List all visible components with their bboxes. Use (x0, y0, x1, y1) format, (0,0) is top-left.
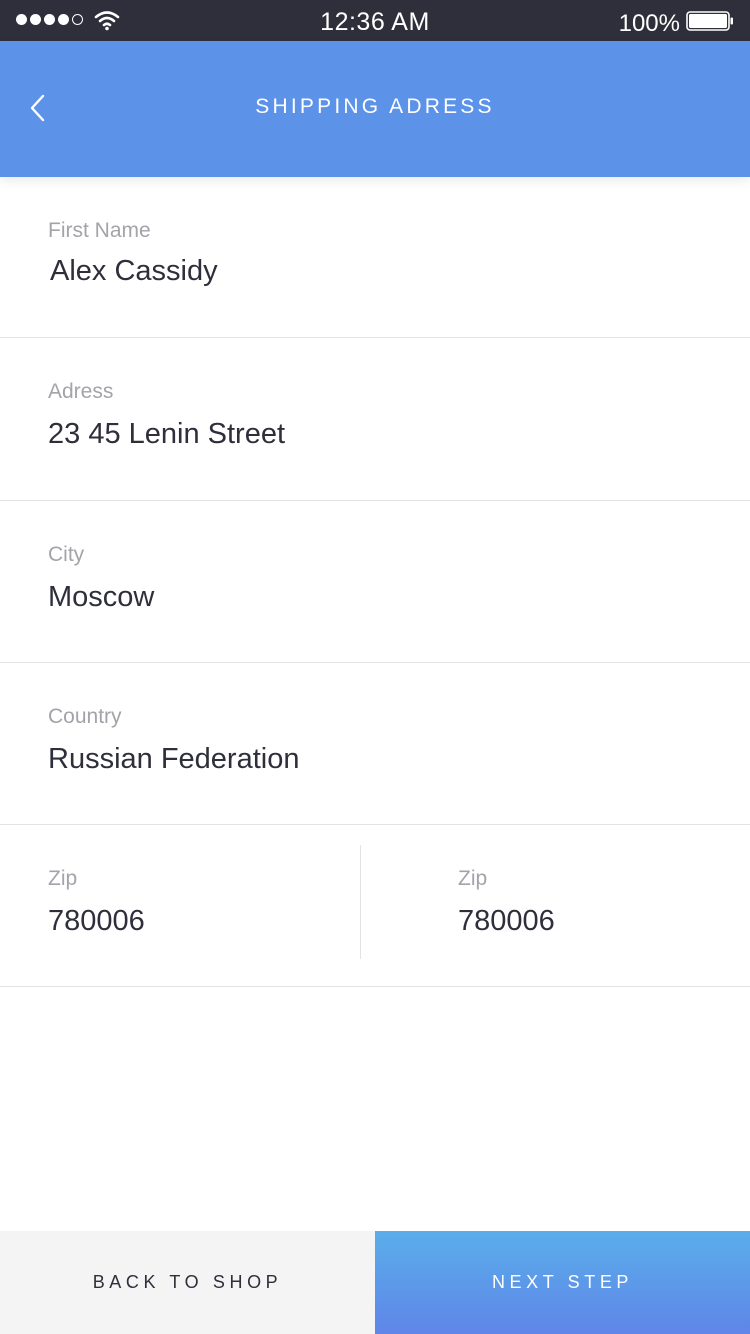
back-to-shop-button[interactable]: BACK TO SHOP (0, 1231, 375, 1334)
city-label: City (48, 543, 85, 566)
battery-percent: 100% (618, 10, 680, 37)
battery-icon (686, 11, 733, 31)
city-field[interactable]: City (0, 501, 750, 663)
address-input[interactable] (48, 418, 648, 451)
first-name-field[interactable]: First Name (0, 177, 750, 338)
status-bar: 12:36 AM 100% (0, 0, 750, 41)
address-label: Adress (48, 380, 114, 403)
country-field[interactable]: Country (0, 663, 750, 825)
page-title: SHIPPING ADRESS (255, 95, 495, 118)
zip-divider (360, 845, 361, 959)
zip-label-left: Zip (48, 867, 78, 890)
city-input[interactable] (48, 581, 648, 614)
country-label: Country (48, 705, 122, 728)
address-field[interactable]: Adress (0, 338, 750, 501)
zip-input-left[interactable] (48, 905, 328, 938)
country-input[interactable] (48, 743, 648, 776)
zip-input-right[interactable] (458, 905, 708, 938)
zip-label-right: Zip (458, 867, 488, 890)
first-name-label: First Name (48, 219, 151, 242)
first-name-input[interactable] (50, 255, 650, 288)
next-step-button[interactable]: NEXT STEP (375, 1231, 750, 1334)
app-header: SHIPPING ADRESS (0, 41, 750, 177)
zip-row: Zip Zip (0, 825, 750, 987)
